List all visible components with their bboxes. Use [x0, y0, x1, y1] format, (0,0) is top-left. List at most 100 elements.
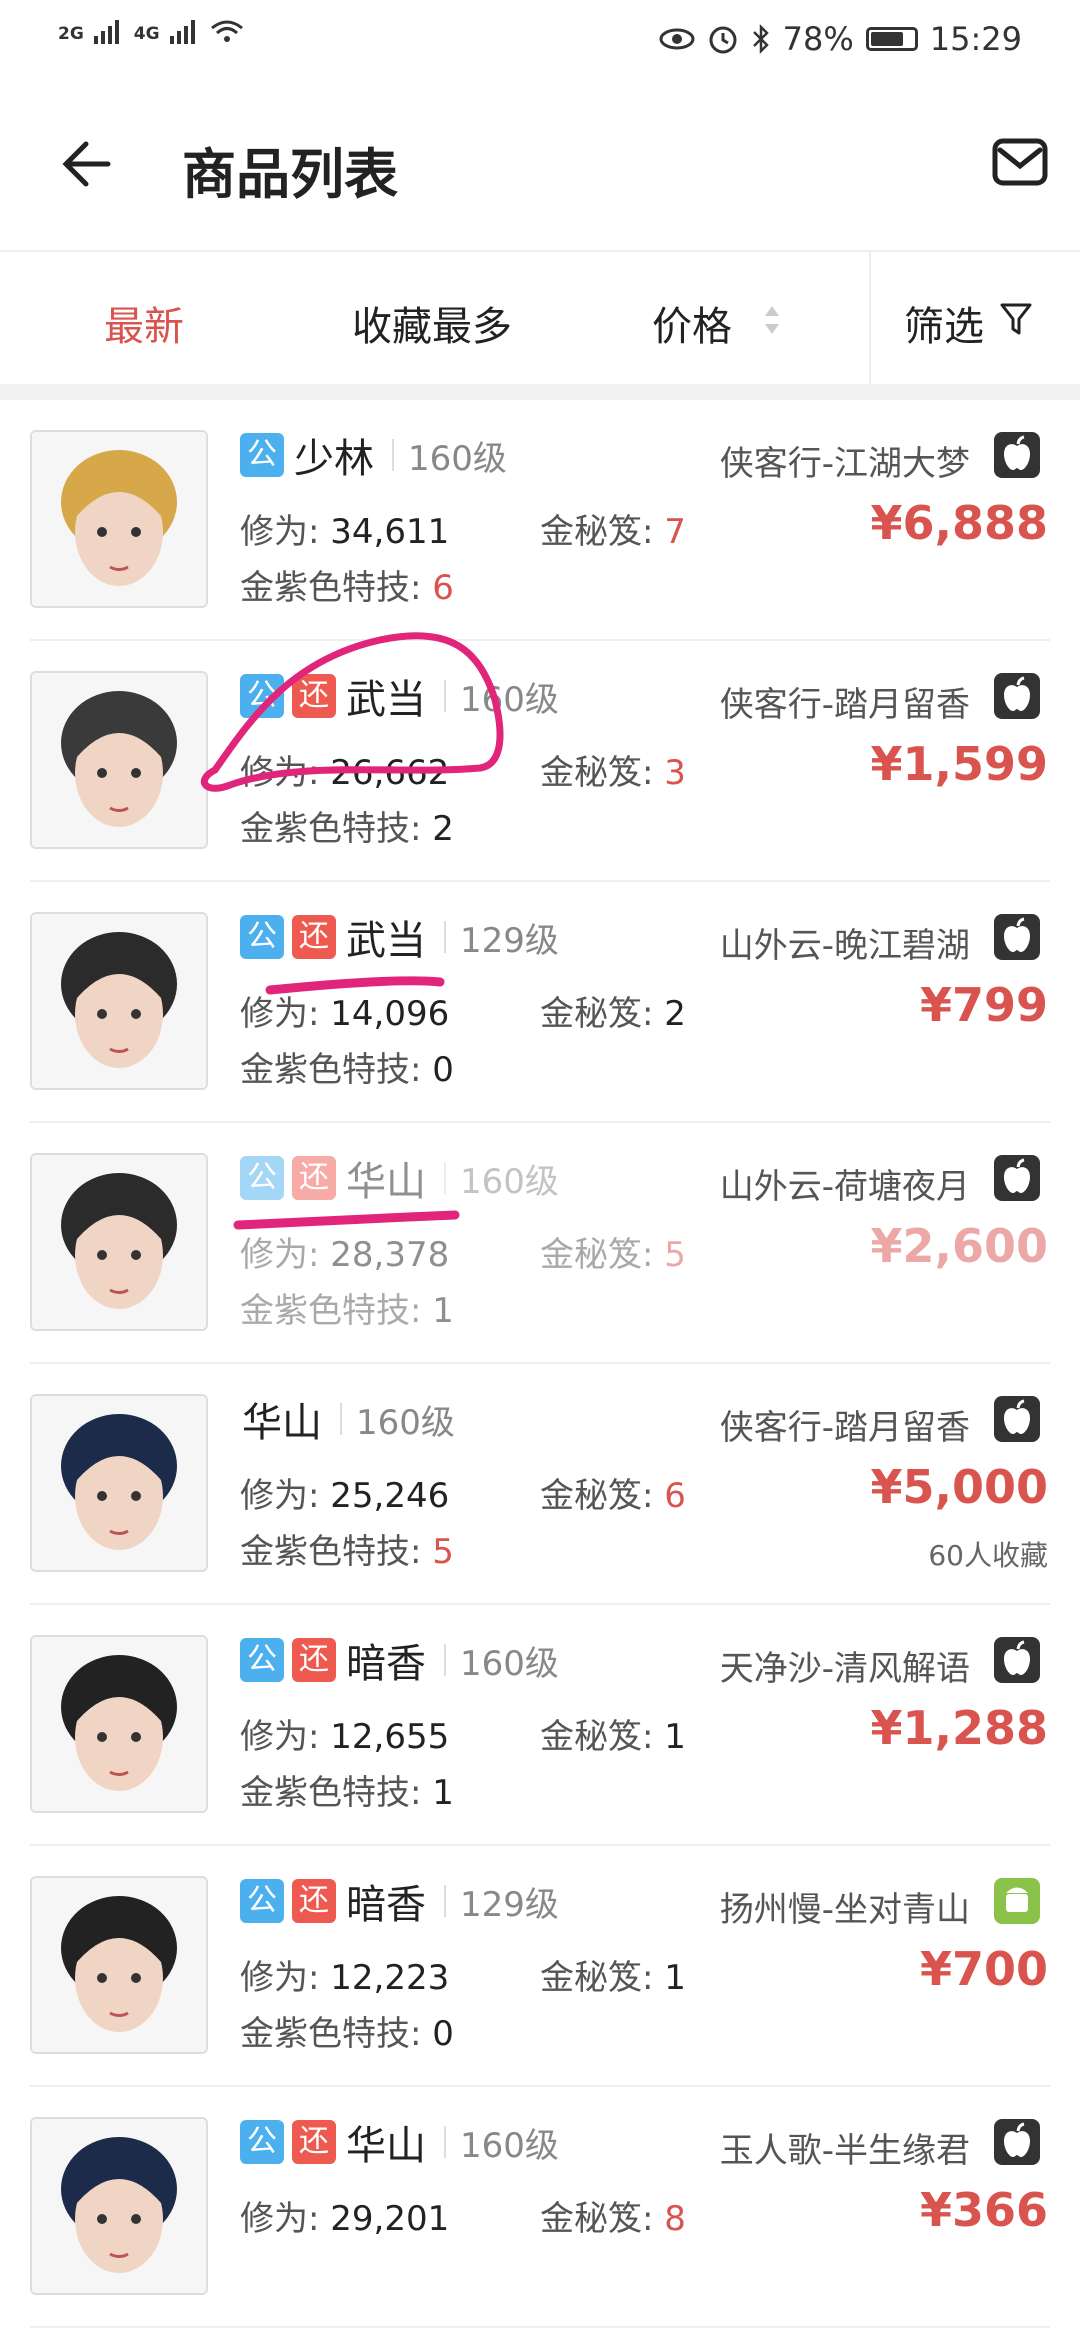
server-name: 侠客行-踏月留香: [719, 1408, 970, 1448]
tab-most-favorited[interactable]: 收藏最多: [352, 294, 512, 352]
gold-manual: 金秘笈: 8: [540, 2191, 686, 2240]
signal-indicators: 2G 4G: [58, 18, 244, 44]
list-item[interactable]: 公还 武当 129级 山外云-晚江碧湖 修为: 14,096 金秘笈: 2 金紫…: [0, 882, 1080, 1123]
badge-gong: 公: [240, 1638, 284, 1682]
gold-manual-value: 5: [664, 1235, 686, 1275]
level: 160级: [460, 1161, 559, 1202]
badge-gong: 公: [240, 1156, 284, 1200]
cultivation: 修为: 14,096: [240, 986, 449, 1035]
title-row: 公还 武当 129级: [240, 912, 559, 964]
list-item[interactable]: 公还 华山 160级 玉人歌-半生缘君 修为: 29,201 金秘笈: 8 ¥3…: [0, 2087, 1080, 2328]
price: ¥5,000: [870, 1460, 1048, 1514]
badge-huan: 还: [292, 2120, 336, 2164]
gold-manual: 金秘笈: 6: [540, 1468, 686, 1517]
price: ¥700: [919, 1942, 1048, 1996]
mail-icon[interactable]: [992, 138, 1048, 186]
avatar: [30, 671, 208, 849]
level: 129级: [460, 920, 559, 961]
server-name: 扬州慢-坐对青山: [719, 1890, 970, 1930]
level-divider: [444, 1644, 446, 1676]
price: ¥366: [919, 2183, 1048, 2237]
section-gap: [0, 384, 1080, 400]
apple-icon: [994, 2119, 1040, 2165]
list-item[interactable]: 公还 华山 160级 山外云-荷塘夜月 修为: 28,378 金秘笈: 5 金紫…: [0, 1123, 1080, 1364]
filter-icon[interactable]: [1000, 302, 1032, 336]
gold-manual-value: 1: [664, 1958, 686, 1998]
list-item[interactable]: 公 少林 160级 侠客行-江湖大梦 修为: 34,611 金秘笈: 7 金紫色…: [0, 400, 1080, 641]
gold-manual: 金秘笈: 3: [540, 745, 686, 794]
cultivation-value: 34,611: [330, 512, 450, 552]
sect-name: 武当: [346, 918, 426, 964]
special-skill: 金紫色特技: 0: [240, 1042, 454, 1091]
character-portrait: [32, 1155, 206, 1329]
server-name: 侠客行-踏月留香: [719, 685, 970, 725]
apple-icon: [994, 432, 1040, 478]
app-header: 商品列表: [0, 80, 1080, 250]
level-divider: [444, 921, 446, 953]
network-4g-label: 4G: [133, 24, 160, 44]
tab-filter[interactable]: 筛选: [904, 294, 984, 352]
gold-manual-label: 金秘笈:: [540, 1958, 665, 1998]
badge-gong: 公: [240, 674, 284, 718]
level-divider: [444, 2126, 446, 2158]
badge-gong: 公: [240, 915, 284, 959]
special-skill-label: 金紫色特技:: [240, 1532, 433, 1572]
badge-huan: 还: [292, 1879, 336, 1923]
badge-huan: 还: [292, 1638, 336, 1682]
cultivation-value: 12,223: [330, 1958, 450, 1998]
list-item[interactable]: 公还 暗香 129级 扬州慢-坐对青山 修为: 12,223 金秘笈: 1 金紫…: [0, 1846, 1080, 2087]
list-item[interactable]: 华山 160级 侠客行-踏月留香 修为: 25,246 金秘笈: 6 金紫色特技…: [0, 1364, 1080, 1605]
cultivation-value: 26,662: [330, 753, 450, 793]
avatar: [30, 1876, 208, 2054]
bluetooth-icon: [752, 23, 769, 55]
badge-gong: 公: [240, 1879, 284, 1923]
server-name: 山外云-荷塘夜月: [719, 1167, 970, 1207]
sect-name: 暗香: [346, 1882, 426, 1928]
tab-newest[interactable]: 最新: [104, 294, 184, 352]
battery-icon: [865, 27, 918, 51]
cultivation-label: 修为:: [240, 753, 331, 793]
apple-icon: [994, 1637, 1040, 1683]
title-row: 公还 华山 160级: [240, 2117, 559, 2169]
level: 160级: [460, 679, 559, 720]
signal-icon: [169, 20, 195, 44]
level-divider: [340, 1403, 342, 1435]
apple-icon: [994, 914, 1040, 960]
gold-manual-label: 金秘笈:: [540, 1235, 665, 1275]
tab-price[interactable]: 价格: [652, 294, 732, 352]
level-divider: [444, 1162, 446, 1194]
badge-gong: 公: [240, 2120, 284, 2164]
cultivation-label: 修为:: [240, 1235, 331, 1275]
special-skill: 金紫色特技: 1: [240, 1283, 454, 1332]
server-name: 山外云-晚江碧湖: [719, 926, 970, 966]
list-item[interactable]: 公还 武当 160级 侠客行-踏月留香 修为: 26,662 金秘笈: 3 金紫…: [0, 641, 1080, 882]
back-arrow-icon[interactable]: [56, 136, 112, 192]
sect-name: 华山: [346, 2123, 426, 2169]
avatar: [30, 430, 208, 608]
cultivation-label: 修为:: [240, 1958, 331, 1998]
badge-huan: 还: [292, 674, 336, 718]
avatar: [30, 1153, 208, 1331]
cultivation-label: 修为:: [240, 1717, 331, 1757]
cultivation-value: 25,246: [330, 1476, 450, 1516]
special-skill-value: 1: [432, 1291, 454, 1331]
special-skill-label: 金紫色特技:: [240, 568, 433, 608]
alarm-icon: [709, 26, 737, 54]
gold-manual-value: 6: [664, 1476, 686, 1516]
gold-manual-label: 金秘笈:: [540, 753, 665, 793]
cultivation: 修为: 12,655: [240, 1709, 449, 1758]
special-skill-label: 金紫色特技:: [240, 809, 433, 849]
character-portrait: [32, 432, 206, 606]
price: ¥1,288: [870, 1701, 1048, 1755]
list-item[interactable]: 公还 暗香 160级 天净沙-清风解语 修为: 12,655 金秘笈: 1 金紫…: [0, 1605, 1080, 1846]
badge-gong: 公: [240, 433, 284, 477]
character-portrait: [32, 2119, 206, 2293]
character-portrait: [32, 1396, 206, 1570]
gold-manual: 金秘笈: 1: [540, 1950, 686, 1999]
price: ¥6,888: [870, 496, 1048, 550]
favorite-count: 60人收藏: [928, 1539, 1048, 1572]
character-portrait: [32, 914, 206, 1088]
special-skill: 金紫色特技: 6: [240, 560, 454, 609]
sect-name: 少林: [294, 436, 374, 482]
sect-name: 华山: [346, 1159, 426, 1205]
